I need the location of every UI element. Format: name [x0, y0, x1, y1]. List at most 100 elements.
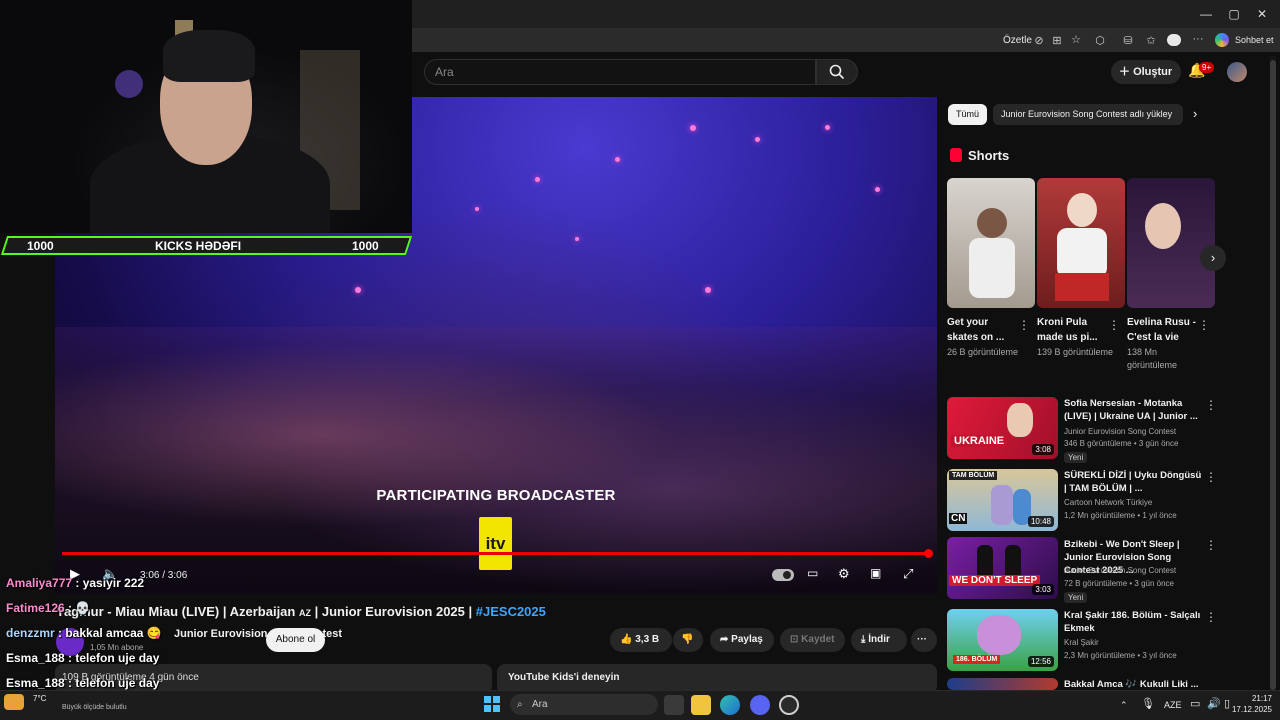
- chat-username: Amaliya777: [6, 576, 73, 590]
- download-button[interactable]: ⤓ İndir: [851, 628, 907, 652]
- favorites-icon[interactable]: ✩: [1143, 34, 1159, 47]
- fullscreen-icon[interactable]: ⤢: [903, 566, 913, 582]
- video-channel[interactable]: Cartoon Network Türkiye: [1064, 497, 1214, 509]
- taskbar-search[interactable]: ⌕ Ara: [510, 694, 658, 715]
- minimize-button[interactable]: —: [1196, 6, 1216, 22]
- like-button[interactable]: 👍 3,3 B: [610, 628, 672, 652]
- video-title-link[interactable]: Kral Şakir 186. Bölüm - Salçalı Ekmek: [1064, 609, 1202, 635]
- stage-light: [355, 287, 361, 293]
- new-badge: Yeni: [1064, 452, 1088, 463]
- file-explorer-icon[interactable]: [691, 695, 711, 715]
- video-meta: 1,2 Mn görüntüleme • 1 yıl önce: [1064, 511, 1177, 520]
- more-actions-button[interactable]: ···: [911, 628, 937, 652]
- weather-icon[interactable]: [4, 694, 24, 710]
- video-menu-icon[interactable]: ⋮: [1205, 538, 1217, 552]
- autoplay-toggle[interactable]: [772, 569, 794, 581]
- task-view-icon[interactable]: [664, 695, 684, 715]
- short-title[interactable]: Get your skates on ...: [947, 315, 1019, 345]
- video-title-main: Yagmur - Miau Miau (LIVE) | Azerbaijan: [56, 604, 299, 619]
- chip-all[interactable]: Tümü: [948, 104, 988, 125]
- edge-browser-icon[interactable]: [720, 695, 740, 715]
- search-input[interactable]: Ara: [424, 59, 816, 85]
- video-duration: 3:08: [1032, 444, 1054, 455]
- plus-icon: ＋: [1119, 66, 1134, 78]
- account-avatar[interactable]: [1227, 62, 1247, 82]
- video-menu-icon[interactable]: ⋮: [1205, 470, 1217, 484]
- restore-button[interactable]: ▢: [1224, 6, 1244, 22]
- extensions-icon[interactable]: ⬡: [1092, 34, 1108, 47]
- streamer-cap: [163, 30, 255, 82]
- short-menu-icon[interactable]: ⋮: [1198, 318, 1210, 332]
- video-menu-icon[interactable]: ⋮: [1205, 398, 1217, 412]
- clock-date[interactable]: 17.12.2025: [1228, 705, 1272, 714]
- short-views: 139 B görüntüleme: [1037, 347, 1114, 357]
- streamer-webcam: [0, 0, 412, 233]
- chat-message: Amaliya777 : yasiyir 222: [6, 576, 144, 590]
- discord-icon[interactable]: [750, 695, 770, 715]
- short-title[interactable]: Kroni Pula made us pi...: [1037, 315, 1109, 345]
- subscribe-button[interactable]: Abone ol: [266, 628, 325, 652]
- hashtag-link[interactable]: #JESC2025: [476, 604, 546, 619]
- video-thumbnail[interactable]: 186. BÖLÜM 12:56: [947, 609, 1058, 671]
- short-thumbnail[interactable]: [947, 178, 1035, 308]
- video-title-link[interactable]: Sofia Nersesian - Motanka (LIVE) | Ukrai…: [1064, 397, 1202, 423]
- create-button[interactable]: ＋ Oluştur: [1111, 60, 1181, 84]
- video-progress-bar[interactable]: [62, 552, 928, 555]
- short-menu-icon[interactable]: ⋮: [1108, 318, 1120, 332]
- short-thumbnail[interactable]: [1037, 178, 1125, 308]
- chat-message: Esma_188 : telefon uje day: [6, 676, 159, 690]
- more-menu-icon[interactable]: ···: [1190, 33, 1206, 45]
- video-title-link[interactable]: SÜREKLİ DİZİ | Uyku Döngüsü | TAM BÖLÜM …: [1064, 469, 1202, 495]
- miniplayer-icon[interactable]: ▣: [870, 566, 881, 580]
- shorts-next-button[interactable]: ›: [1200, 245, 1226, 271]
- progress-scrubber-handle[interactable]: [924, 549, 933, 558]
- close-button[interactable]: ✕: [1252, 6, 1272, 22]
- video-thumbnail[interactable]: WE DON'T SLEEP 3:03: [947, 537, 1058, 599]
- video-thumbnail[interactable]: UKRAINE 3:08: [947, 397, 1058, 459]
- video-menu-icon[interactable]: ⋮: [1205, 610, 1217, 624]
- chip-channel-uploads[interactable]: Junior Eurovision Song Contest adlı yükl…: [993, 104, 1183, 125]
- copilot-icon: [1215, 33, 1229, 47]
- chevron-up-icon[interactable]: ⌃: [1120, 700, 1128, 711]
- profile-icon[interactable]: [1167, 34, 1181, 46]
- short-thumbnail[interactable]: [1127, 178, 1215, 308]
- share-button[interactable]: ➦ Paylaş: [710, 628, 774, 652]
- collections-icon[interactable]: ⛁: [1120, 34, 1136, 47]
- video-thumbnail[interactable]: TAM BÖLÜM CN 10:48: [947, 469, 1058, 531]
- create-label: Oluştur: [1133, 66, 1173, 78]
- video-thumbnail[interactable]: [947, 678, 1058, 690]
- scrollbar-thumb[interactable]: [1270, 60, 1276, 690]
- share-icon: ➦: [720, 634, 732, 645]
- chat-button[interactable]: Sohbet et: [1235, 35, 1274, 45]
- video-duration: 10:48: [1027, 516, 1054, 527]
- thumbs-down-icon: 👎: [681, 634, 694, 645]
- chat-message: Esma_188 : telefon uje day: [6, 651, 159, 665]
- save-button[interactable]: ⊡ Kaydet: [780, 628, 845, 652]
- short-menu-icon[interactable]: ⋮: [1018, 318, 1030, 332]
- favorite-star-icon[interactable]: ☆: [1068, 33, 1084, 46]
- clock-time[interactable]: 21:17: [1248, 694, 1272, 703]
- microphone-icon[interactable]: 🎙: [1141, 697, 1155, 710]
- weather-temp: 7°C: [33, 694, 47, 703]
- settings-gear-icon[interactable]: ⚙: [838, 566, 850, 582]
- windows-start-icon[interactable]: [484, 696, 500, 712]
- network-icon[interactable]: ▭: [1190, 697, 1200, 710]
- short-title[interactable]: Evelina Rusu - C'est la vie: [1127, 315, 1199, 345]
- video-meta: 346 B görüntüleme • 3 gün önce: [1064, 439, 1179, 448]
- short-views: 138 Mn görüntüleme: [1127, 347, 1178, 370]
- dislike-button[interactable]: 👎: [673, 628, 703, 652]
- subtitles-icon[interactable]: ▭: [807, 566, 818, 580]
- video-channel[interactable]: Junior Eurovision Song Contest: [1064, 426, 1214, 438]
- chevron-right-icon[interactable]: ›: [1193, 106, 1197, 121]
- language-indicator[interactable]: AZE: [1164, 700, 1182, 710]
- app-icon[interactable]: ⊞: [1049, 34, 1065, 47]
- thumbnail-text: 186. BÖLÜM: [953, 655, 1001, 664]
- chat-text: : 💀: [64, 601, 91, 615]
- volume-icon[interactable]: 🔊: [1207, 697, 1221, 710]
- video-channel[interactable]: Kral Şakir: [1064, 637, 1214, 649]
- app-icon[interactable]: [779, 695, 799, 715]
- video-channel[interactable]: Junior Eurovision Song Contest: [1064, 565, 1214, 577]
- stage-light: [475, 207, 479, 211]
- search-button[interactable]: [816, 59, 858, 85]
- summarize-button[interactable]: Özetle: [1003, 35, 1032, 46]
